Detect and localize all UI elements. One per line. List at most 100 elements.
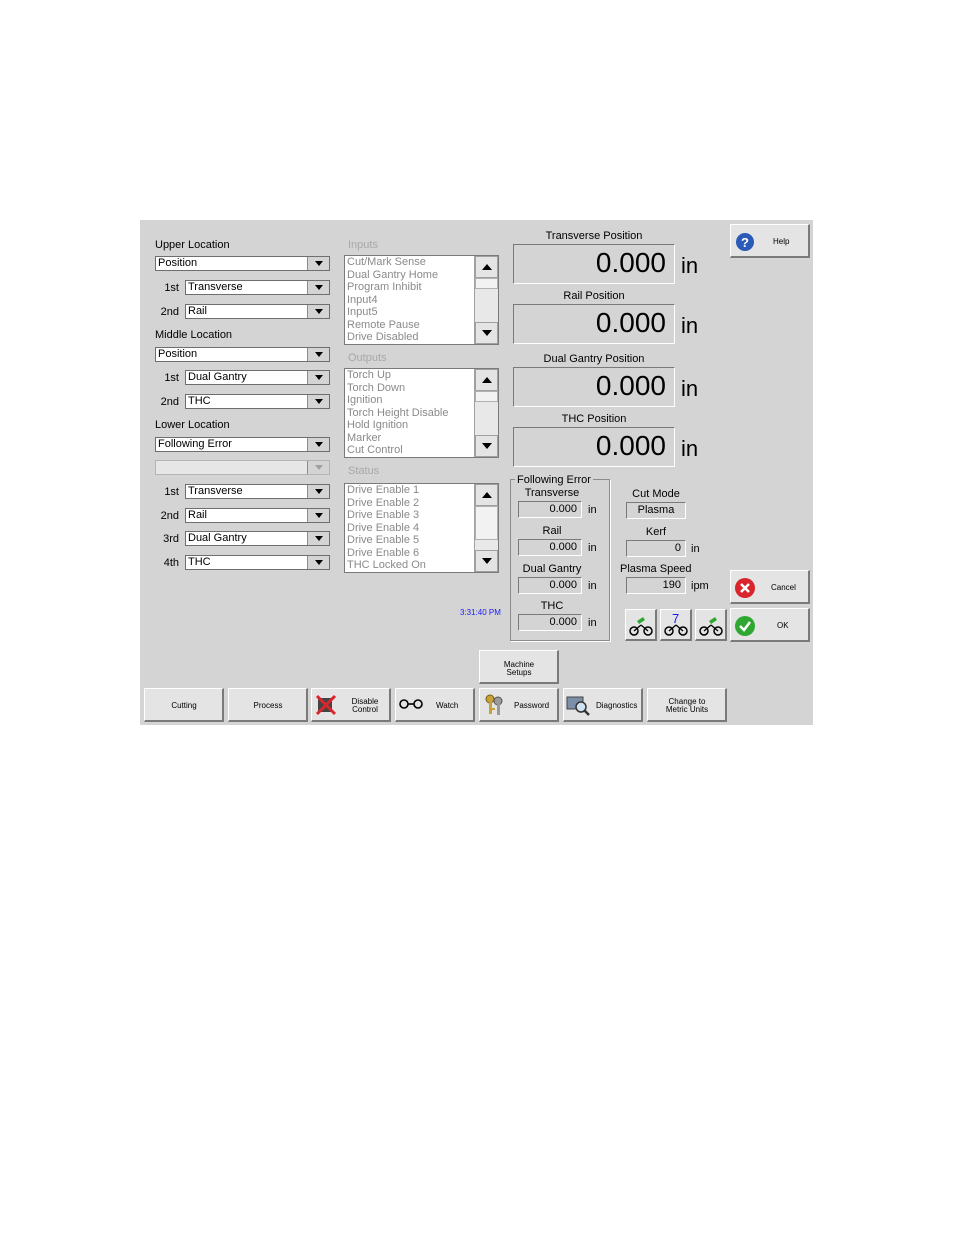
help-label: Help <box>773 237 790 246</box>
red-x-icon <box>315 694 337 716</box>
disable-control-button[interactable]: Disable Control <box>311 688 391 722</box>
binoculars-icon <box>664 624 688 636</box>
upper-first-label: 1st <box>164 282 179 294</box>
help-button[interactable]: ? Help <box>730 224 810 258</box>
station-select-right-button[interactable] <box>695 609 727 641</box>
scroll-down-arrow-icon[interactable] <box>475 322 498 344</box>
list-item: Drive Enable 3 <box>347 509 420 521</box>
cancel-label: Cancel <box>771 583 796 592</box>
list-item: Cut Control <box>347 444 403 456</box>
list-item: Input4 <box>347 293 378 306</box>
upper-second-select[interactable]: Rail <box>185 304 330 319</box>
status-scrollbar[interactable] <box>474 484 498 572</box>
fe-thc-value: 0.000 <box>518 614 582 631</box>
fe-thc-label: THC <box>540 600 564 612</box>
chevron-down-icon[interactable] <box>307 556 329 569</box>
rail-position-title: Rail Position <box>563 290 625 302</box>
chevron-down-icon[interactable] <box>307 532 329 545</box>
lower-fourth-select[interactable]: THC <box>185 555 330 570</box>
station-number-button[interactable]: 7 <box>660 609 692 641</box>
scroll-thumb[interactable] <box>475 278 498 289</box>
outputs-scrollbar[interactable] <box>474 369 498 457</box>
chevron-down-icon[interactable] <box>307 371 329 384</box>
fe-transverse-label: Transverse <box>524 487 580 499</box>
rail-position-unit: in <box>681 313 699 338</box>
cutting-button[interactable]: Cutting <box>144 688 224 722</box>
list-item: Marker <box>347 431 382 444</box>
list-item: Torch Up <box>347 369 392 381</box>
upper-first-value: Transverse <box>188 281 243 293</box>
fe-dual-gantry-label: Dual Gantry <box>522 563 582 575</box>
scroll-down-arrow-icon[interactable] <box>475 550 498 572</box>
fe-dual-gantry-unit: in <box>588 580 597 592</box>
dual-gantry-position-title: Dual Gantry Position <box>543 353 645 365</box>
watch-button[interactable]: Watch <box>395 688 475 722</box>
scroll-thumb[interactable] <box>475 391 498 402</box>
chevron-down-icon[interactable] <box>307 485 329 498</box>
red-x-circle-icon <box>735 578 755 598</box>
middle-second-select[interactable]: THC <box>185 394 330 409</box>
scroll-down-arrow-icon[interactable] <box>475 435 498 457</box>
list-item: Torch Down <box>347 381 406 394</box>
inputs-scrollbar[interactable] <box>474 256 498 344</box>
chevron-down-icon[interactable] <box>307 305 329 318</box>
change-to-metric-button[interactable]: Change to Metric Units <box>647 688 727 722</box>
scroll-up-arrow-icon[interactable] <box>475 484 498 506</box>
fe-dual-gantry-value: 0.000 <box>518 577 582 594</box>
chevron-down-icon[interactable] <box>307 438 329 451</box>
outputs-list[interactable]: Torch Up Torch Down Ignition Torch Heigh… <box>344 368 499 458</box>
cancel-button[interactable]: Cancel <box>730 570 810 604</box>
chevron-down-icon[interactable] <box>307 395 329 408</box>
scroll-up-arrow-icon[interactable] <box>475 256 498 278</box>
process-button[interactable]: Process <box>228 688 308 722</box>
inputs-list[interactable]: Cut/Mark Sense Dual Gantry Home Program … <box>344 255 499 345</box>
lower-first-select[interactable]: Transverse <box>185 484 330 499</box>
fe-rail-unit: in <box>588 542 597 554</box>
transverse-position-value: 0.000 <box>595 247 666 278</box>
list-item: Program Inhibit <box>347 281 422 293</box>
list-item: Drive Enable 6 <box>347 546 420 559</box>
station-select-left-button[interactable] <box>625 609 657 641</box>
lower-location-mode-select[interactable]: Following Error <box>155 437 330 452</box>
lower-second-select[interactable]: Rail <box>185 508 330 523</box>
magnifier-icon <box>566 696 590 716</box>
upper-first-select[interactable]: Transverse <box>185 280 330 295</box>
chevron-down-icon[interactable] <box>307 509 329 522</box>
chevron-down-icon[interactable] <box>307 257 329 270</box>
lower-third-select[interactable]: Dual Gantry <box>185 531 330 546</box>
ok-button[interactable]: OK <box>730 608 810 642</box>
setup-panel: Upper Location Position 1st Transverse 2… <box>140 220 813 725</box>
lower-fourth-value: THC <box>188 556 211 568</box>
dual-gantry-position-unit: in <box>681 376 699 401</box>
upper-location-mode-select[interactable]: Position <box>155 256 330 271</box>
password-button[interactable]: Password <box>479 688 559 722</box>
diagnostics-label: Diagnostics <box>596 701 638 710</box>
lower-second-label: 2nd <box>160 510 179 522</box>
chevron-down-icon[interactable] <box>307 281 329 294</box>
metric-label-2: Metric Units <box>665 705 709 714</box>
upper-second-label: 2nd <box>160 306 179 318</box>
diagnostics-button[interactable]: Diagnostics <box>563 688 643 722</box>
rail-position-box: 0.000 <box>513 304 675 344</box>
lower-first-value: Transverse <box>188 485 243 497</box>
list-item: Drive Enable 1 <box>347 484 420 496</box>
plasma-speed-unit: ipm <box>691 580 709 592</box>
kerf-value: 0 <box>626 540 686 557</box>
list-item: Remote Pause <box>347 318 420 331</box>
middle-location-mode-select[interactable]: Position <box>155 347 330 362</box>
scroll-up-arrow-icon[interactable] <box>475 369 498 391</box>
scroll-thumb[interactable] <box>475 506 498 540</box>
transverse-position-title: Transverse Position <box>545 230 643 242</box>
dual-gantry-position-box: 0.000 <box>513 367 675 407</box>
status-list[interactable]: Drive Enable 1 Drive Enable 2 Drive Enab… <box>344 483 499 573</box>
chevron-down-icon[interactable] <box>307 348 329 361</box>
transverse-position-unit: in <box>681 253 699 278</box>
thc-position-unit: in <box>681 436 699 461</box>
outputs-label: Outputs <box>348 352 387 364</box>
thc-position-value: 0.000 <box>595 430 666 461</box>
machine-setups-button[interactable]: Machine Setups <box>479 650 559 684</box>
list-item: Dual Gantry Home <box>347 268 439 281</box>
cut-mode-value: Plasma <box>626 502 686 519</box>
middle-first-select[interactable]: Dual Gantry <box>185 370 330 385</box>
machine-setups-label-2: Setups <box>506 668 532 677</box>
